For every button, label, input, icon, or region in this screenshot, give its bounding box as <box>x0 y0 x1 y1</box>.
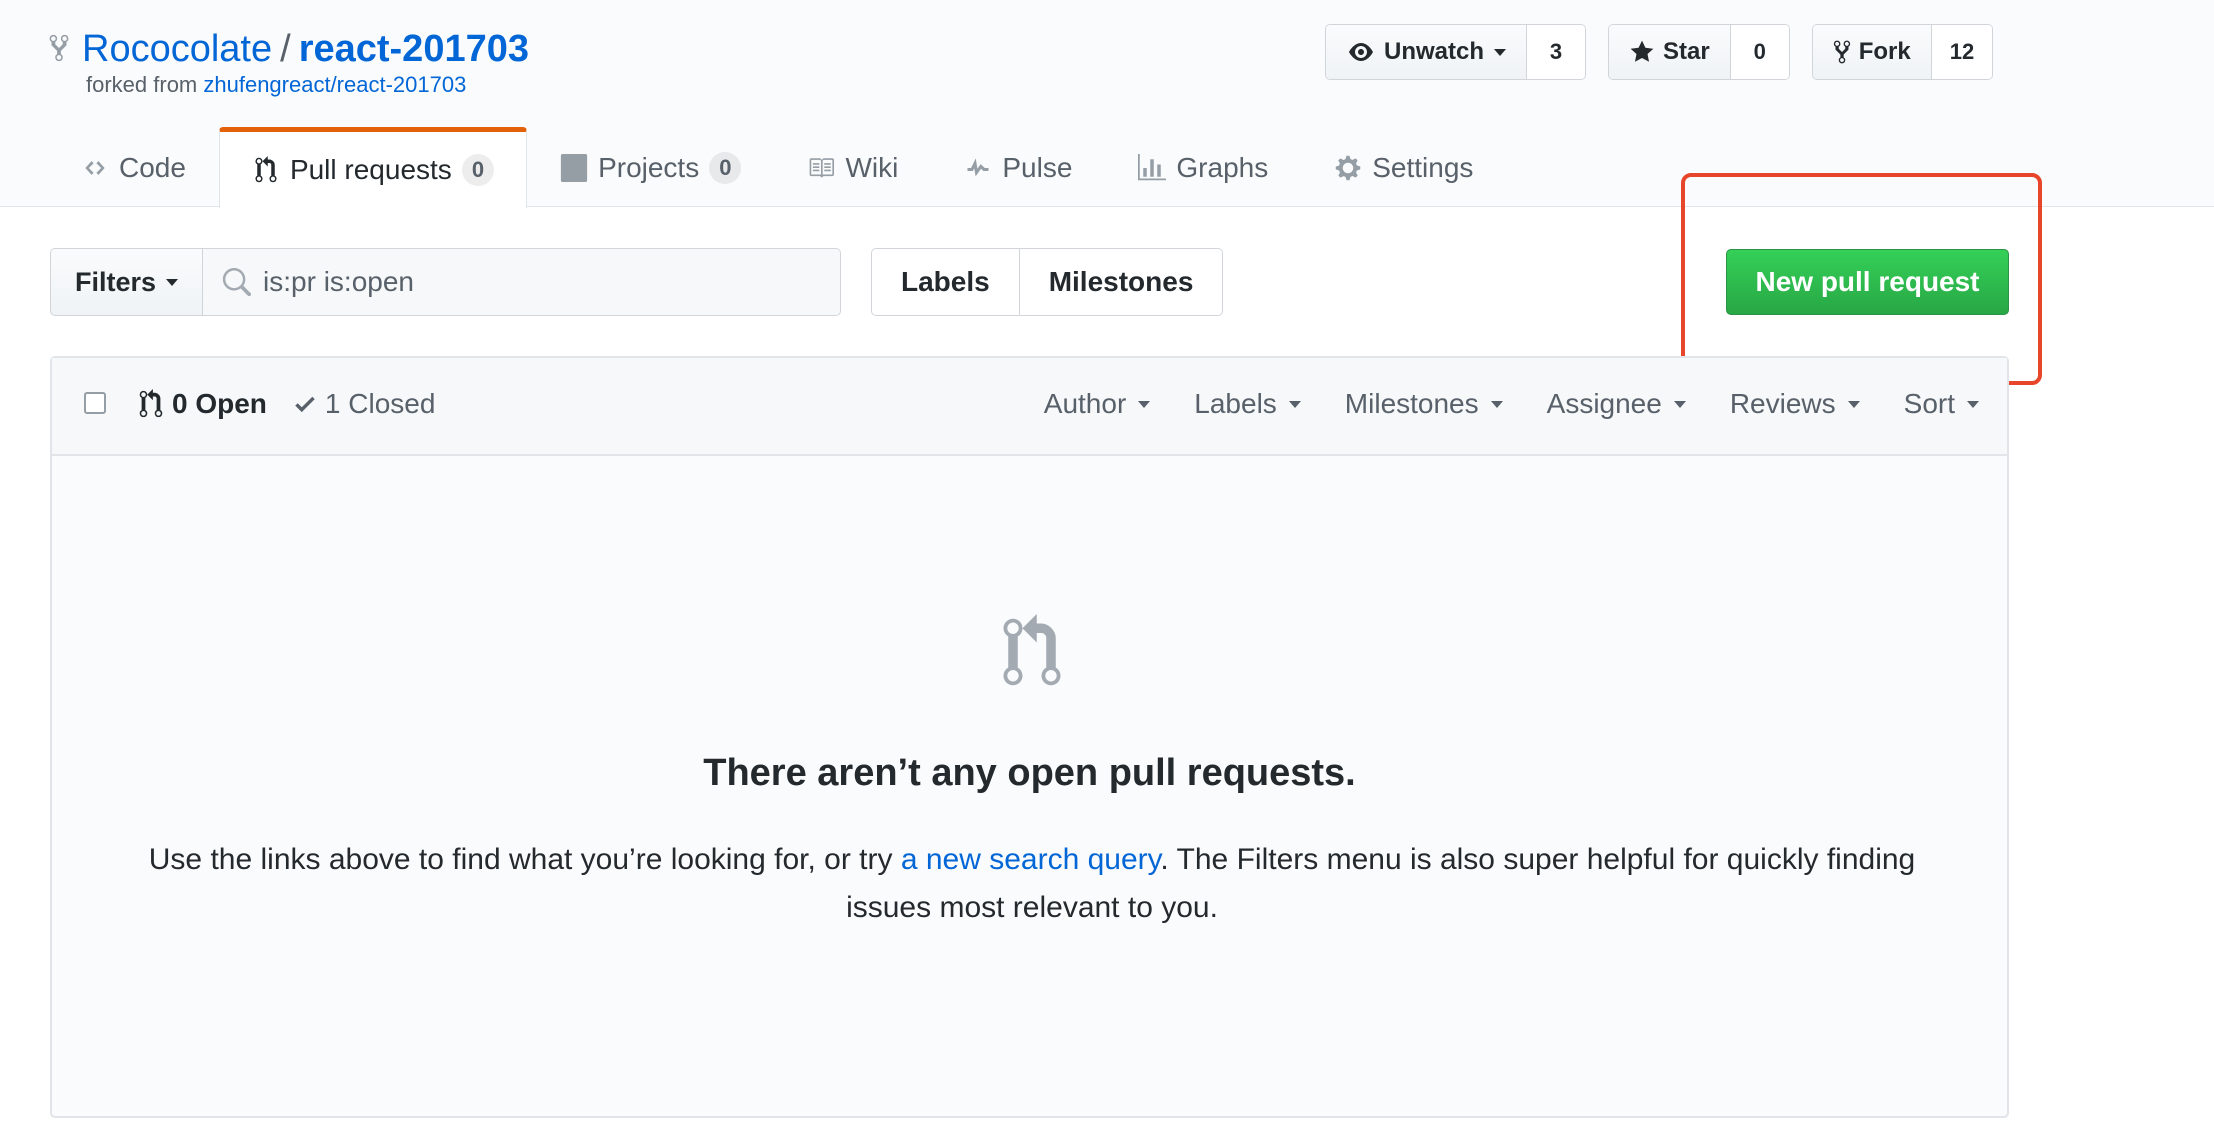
open-count-label: 0 Open <box>172 388 267 419</box>
repo-path-separator: / <box>280 28 291 70</box>
tab-code[interactable]: Code <box>48 127 219 207</box>
chevron-down-icon <box>1847 400 1860 408</box>
unwatch-button[interactable]: Unwatch <box>1326 25 1528 79</box>
tab-wiki[interactable]: Wiki <box>774 127 931 207</box>
empty-state-text-before: Use the links above to find what you’re … <box>148 843 901 876</box>
empty-state-title: There aren’t any open pull requests. <box>703 752 1356 794</box>
book-icon <box>807 154 835 182</box>
git-pull-request-icon <box>1003 614 1061 686</box>
tab-settings-label: Settings <box>1372 151 1474 183</box>
tab-pulse[interactable]: Pulse <box>931 127 1105 207</box>
repo-nav: Code Pull requests 0 Projects 0 Wiki Pul… <box>48 127 1506 208</box>
forks-count[interactable]: 12 <box>1931 25 1993 79</box>
tab-settings[interactable]: Settings <box>1301 127 1506 207</box>
forked-from-prefix: forked from <box>86 72 204 97</box>
filters-label: Filters <box>75 266 157 297</box>
eye-icon <box>1349 43 1373 61</box>
star-label: Star <box>1663 38 1710 65</box>
chevron-down-icon <box>1494 48 1507 56</box>
labels-filter-label: Labels <box>1194 388 1277 419</box>
projects-counter: 0 <box>709 151 742 184</box>
sort-dropdown[interactable]: Sort <box>1904 388 1979 420</box>
pull-requests-counter: 0 <box>461 154 495 186</box>
graph-icon <box>1138 153 1167 182</box>
pulse-icon <box>964 154 992 182</box>
chevron-down-icon <box>1967 400 1979 408</box>
chevron-down-icon <box>1138 400 1151 408</box>
unwatch-label: Unwatch <box>1384 38 1485 65</box>
tab-projects[interactable]: Projects 0 <box>527 127 774 207</box>
empty-state: There aren’t any open pull requests. Use… <box>52 456 2007 1116</box>
labels-milestones-group: Labels Milestones <box>871 248 1224 316</box>
sort-label: Sort <box>1903 388 1955 419</box>
new-search-query-link[interactable]: a new search query <box>901 843 1161 876</box>
search-box <box>203 248 842 316</box>
tab-graphs[interactable]: Graphs <box>1105 127 1301 207</box>
search-input[interactable] <box>263 249 824 315</box>
forked-from-link[interactable]: zhufengreact/react-201703 <box>203 72 466 97</box>
forked-from: forked from zhufengreact/react-201703 <box>86 72 466 98</box>
repo-owner-link[interactable]: Rococolate <box>82 28 272 70</box>
pull-requests-box-header: 0 Open 1 Closed Author Labels Milestones… <box>52 358 2007 456</box>
stargazers-count[interactable]: 0 <box>1730 25 1789 79</box>
filters-dropdown-button[interactable]: Filters <box>50 248 204 316</box>
repo-forked-icon <box>49 34 69 62</box>
author-filter-label: Author <box>1043 388 1127 419</box>
watchers-count[interactable]: 3 <box>1527 25 1586 79</box>
watch-button-group: Unwatch 3 <box>1325 24 1587 80</box>
repo-title: Rococolate / react-201703 <box>48 24 529 74</box>
chevron-down-icon <box>166 278 179 286</box>
star-button-group: Star 0 <box>1608 24 1790 80</box>
project-icon <box>560 153 588 182</box>
state-filters: 0 Open 1 Closed <box>138 388 435 420</box>
search-icon <box>222 268 252 297</box>
tab-graphs-label: Graphs <box>1176 151 1269 183</box>
open-state-link[interactable]: 0 Open <box>138 388 267 420</box>
tab-pull-requests-label: Pull requests <box>289 154 452 185</box>
gear-icon <box>1334 154 1362 182</box>
tab-code-label: Code <box>119 151 186 183</box>
reviews-filter-label: Reviews <box>1729 388 1836 419</box>
tab-wiki-label: Wiki <box>845 151 899 183</box>
new-pull-request-button[interactable]: New pull request <box>1726 249 2009 315</box>
fork-button[interactable]: Fork <box>1812 25 1932 79</box>
repo-actions: Unwatch 3 Star 0 Fork 12 <box>1325 24 1994 80</box>
labels-link[interactable]: Labels <box>872 249 1020 315</box>
fork-label: Fork <box>1858 38 1911 65</box>
chevron-down-icon <box>1673 400 1686 408</box>
labels-filter-dropdown[interactable]: Labels <box>1194 388 1301 420</box>
milestones-filter-dropdown[interactable]: Milestones <box>1345 388 1503 420</box>
milestones-link[interactable]: Milestones <box>1020 249 1223 315</box>
assignee-filter-label: Assignee <box>1546 388 1662 419</box>
closed-state-link[interactable]: 1 Closed <box>293 388 436 420</box>
repo-forked-icon <box>1833 40 1850 64</box>
chevron-down-icon <box>1288 400 1301 408</box>
code-icon <box>81 154 109 182</box>
check-icon <box>295 396 315 413</box>
star-button[interactable]: Star <box>1609 25 1731 79</box>
empty-state-text: Use the links above to find what you’re … <box>112 836 1952 932</box>
fork-button-group: Fork 12 <box>1811 24 1994 80</box>
tab-pulse-label: Pulse <box>1002 151 1073 183</box>
pull-requests-box: 0 Open 1 Closed Author Labels Milestones… <box>50 356 2009 1118</box>
git-pull-request-icon <box>252 156 280 184</box>
milestones-filter-label: Milestones <box>1344 388 1479 419</box>
select-all-checkbox[interactable] <box>84 392 106 414</box>
filters-group: Filters <box>50 248 842 316</box>
tab-pull-requests[interactable]: Pull requests 0 <box>218 127 528 208</box>
issues-subnav: Filters Labels Milestones <box>50 248 1224 316</box>
star-icon <box>1630 40 1654 62</box>
chevron-down-icon <box>1490 400 1503 408</box>
closed-count-label: 1 Closed <box>324 388 436 419</box>
git-pull-request-icon <box>139 389 163 418</box>
repo-name-link[interactable]: react-201703 <box>299 28 529 70</box>
sort-menus: Author Labels Milestones Assignee Review… <box>1044 388 1979 420</box>
author-filter-dropdown[interactable]: Author <box>1044 388 1151 420</box>
assignee-filter-dropdown[interactable]: Assignee <box>1547 388 1686 420</box>
tab-projects-label: Projects <box>598 151 700 183</box>
reviews-filter-dropdown[interactable]: Reviews <box>1730 388 1860 420</box>
repo-header: Rococolate / react-201703 forked from zhuf… <box>0 0 2214 208</box>
